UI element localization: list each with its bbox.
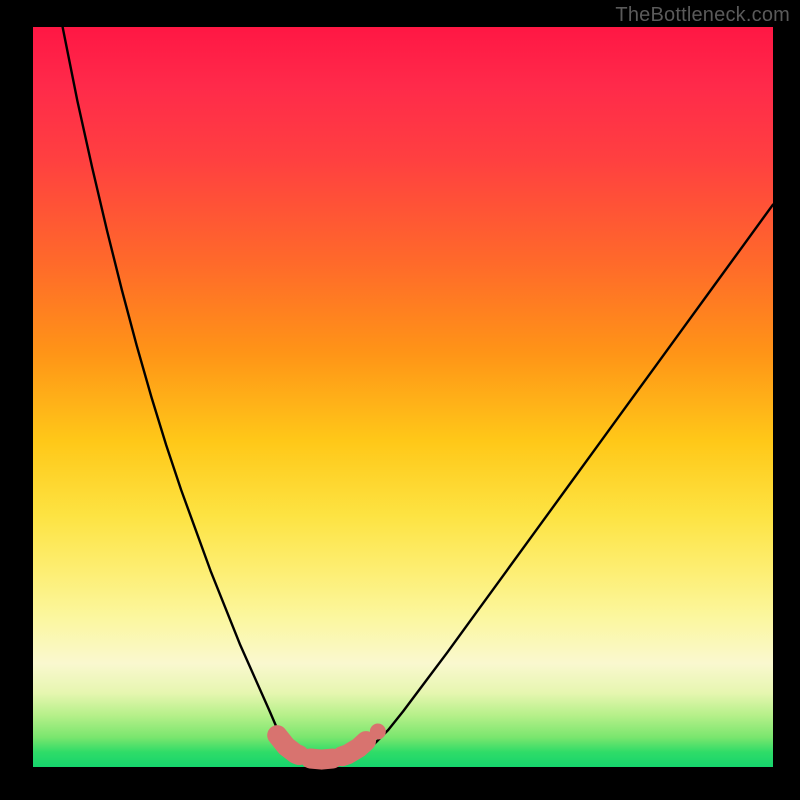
series-left-curve	[63, 27, 289, 752]
chart-svg	[33, 27, 773, 767]
watermark-text: TheBottleneck.com	[615, 4, 790, 27]
chart-frame: TheBottleneck.com	[0, 0, 800, 800]
series-right-curve	[366, 205, 773, 753]
series-layer	[63, 27, 773, 760]
plot-area	[33, 27, 773, 767]
series-bottom-dot	[370, 723, 386, 739]
series-bottom-segment	[277, 735, 366, 759]
